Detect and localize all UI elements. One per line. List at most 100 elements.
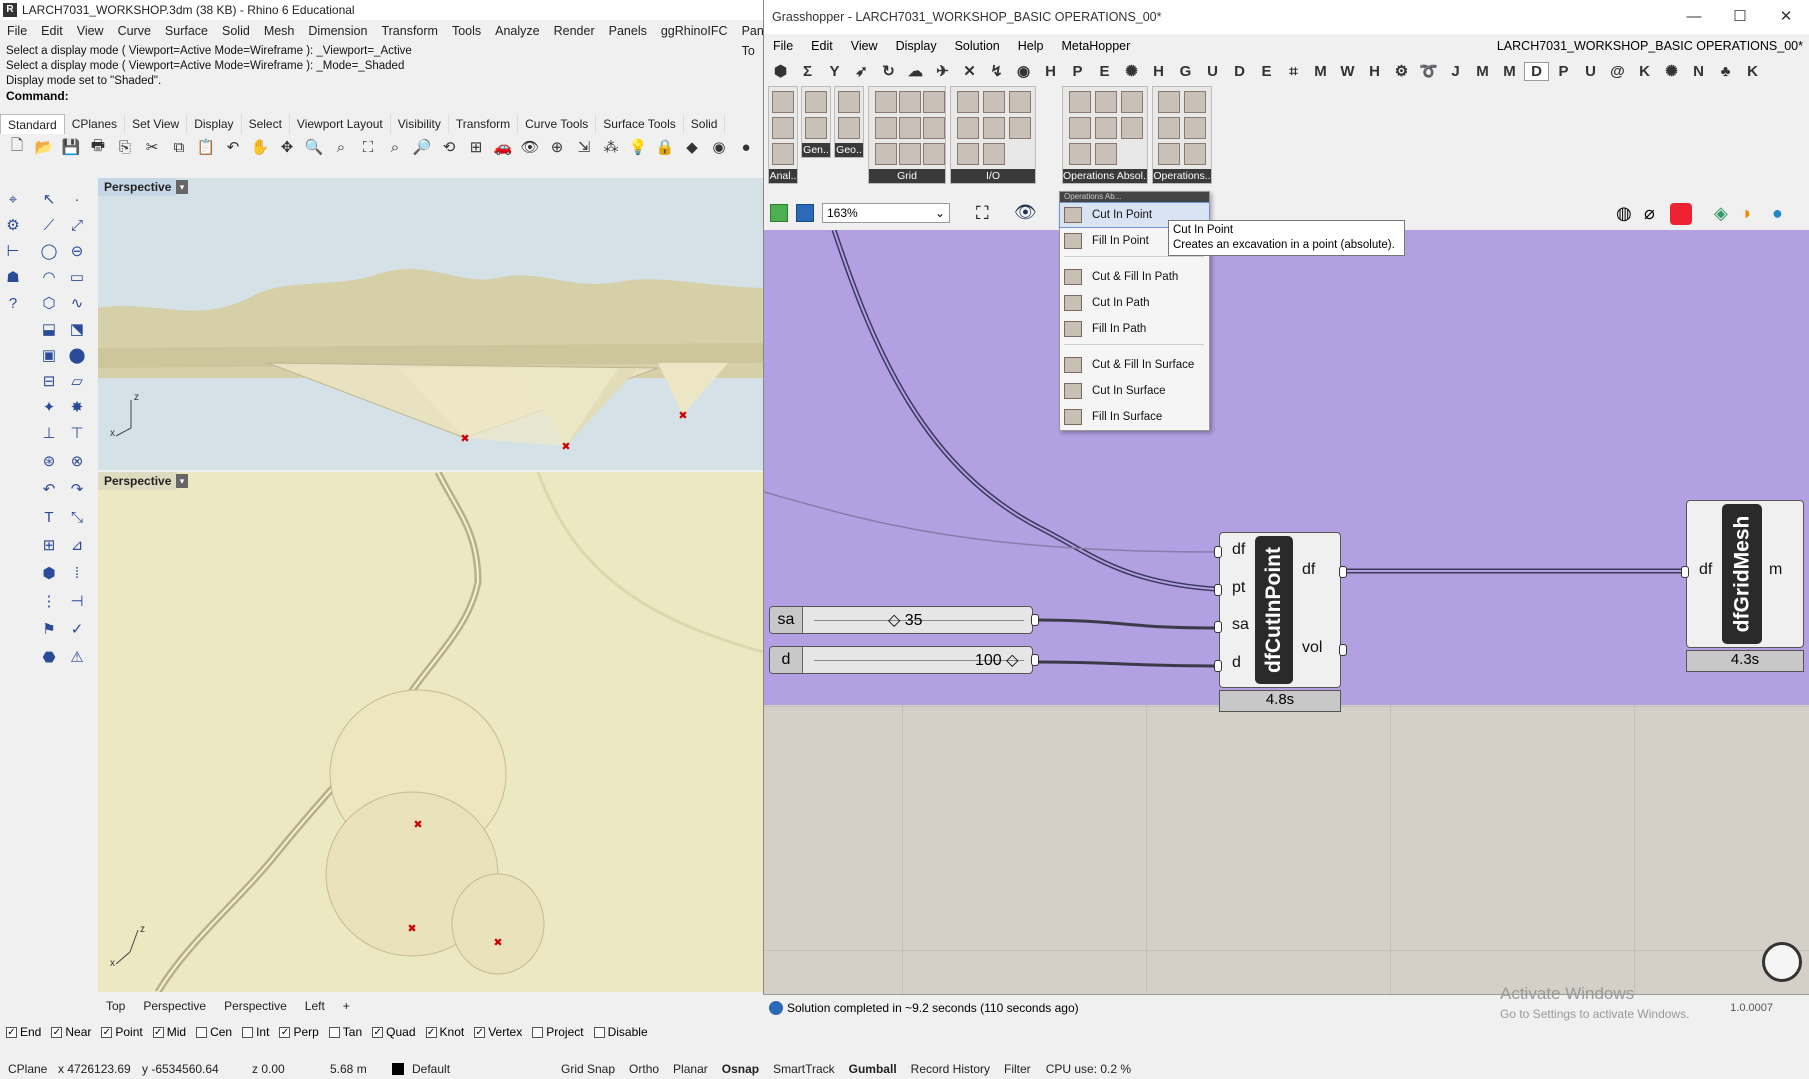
component-icon[interactable] (1069, 91, 1091, 113)
point-icon[interactable]: · (66, 188, 88, 210)
component-tab-icon[interactable]: D (1524, 61, 1549, 81)
osnap-project[interactable]: Project (532, 1025, 584, 1039)
zoom-icon[interactable]: 🔍 (303, 136, 325, 158)
checkbox[interactable] (593, 1026, 605, 1038)
dimension-icon[interactable]: ⊿ (66, 534, 88, 556)
component-icon[interactable] (983, 143, 1005, 165)
component-tab-icon[interactable]: ♣ (1713, 63, 1738, 80)
component-icon[interactable] (957, 117, 979, 139)
checkbox[interactable]: ✓ (474, 1026, 486, 1038)
panel-analysis[interactable]: Anal.. (768, 86, 798, 184)
menu-solid[interactable]: Solid (215, 21, 257, 41)
osnap-perp[interactable]: ✓ Perp (279, 1025, 319, 1039)
component-tab-icon[interactable]: ◉ (1011, 62, 1036, 80)
checkbox[interactable]: ✓ (425, 1026, 437, 1038)
port-dot[interactable] (1214, 660, 1222, 672)
component-tab-icon[interactable]: ☁ (903, 62, 928, 80)
toggle-gumball[interactable]: Gumball (842, 1062, 904, 1076)
component-icon[interactable] (838, 117, 860, 139)
rotate-view-icon[interactable]: ✥ (276, 136, 298, 158)
analyze-icon[interactable]: ⊣ (66, 590, 88, 612)
component-tab-icon[interactable]: M (1497, 63, 1522, 80)
help-icon[interactable]: ? (2, 292, 24, 314)
component-tab-icon[interactable]: ⬢ (768, 62, 793, 80)
cplane-icon[interactable]: ⊕ (546, 136, 568, 158)
tab-solid[interactable]: Solid (684, 114, 726, 134)
scale-icon[interactable]: ⤡ (66, 506, 88, 528)
component-tab-icon[interactable]: Σ (795, 63, 820, 80)
menu-view[interactable]: View (70, 21, 111, 41)
osnap-int[interactable]: Int (242, 1025, 269, 1039)
tab-display[interactable]: Display (187, 114, 242, 134)
tab-visibility[interactable]: Visibility (391, 114, 449, 134)
open-file-icon[interactable]: 📂 (33, 136, 55, 158)
gh-canvas[interactable]: sa ◇ 35 d 100 ◇ df pt sa d dfCutInPoint … (764, 230, 1809, 994)
component-dfgridmesh[interactable]: df dfGridMesh m (1686, 500, 1804, 648)
component-tab-icon[interactable]: U (1200, 63, 1225, 80)
select-arrow-icon[interactable]: ↖ (38, 188, 60, 210)
component-icon[interactable] (1009, 91, 1031, 113)
explode-icon[interactable]: ✸ (66, 396, 88, 418)
component-tab-icon[interactable]: P (1551, 63, 1576, 80)
viewport-top-label[interactable]: Perspective (98, 178, 178, 196)
print-icon[interactable]: 🖶 (87, 136, 109, 158)
menu-tools[interactable]: Tools (445, 21, 488, 41)
tab-surface-tools[interactable]: Surface Tools (596, 114, 684, 134)
toggle-record-history[interactable]: Record History (904, 1062, 997, 1076)
component-tab-icon[interactable]: ✈ (930, 62, 955, 80)
wire-preview-icon[interactable]: ⌀ (1644, 203, 1655, 224)
component-icon[interactable] (1184, 117, 1206, 139)
menu-item-cut-in-path[interactable]: Cut In Path (1060, 291, 1209, 315)
component-icon[interactable] (1009, 117, 1031, 139)
open-file-icon[interactable] (770, 204, 788, 222)
menu-ggrhinoifc[interactable]: ggRhinoIFC (654, 21, 735, 41)
checkbox[interactable] (532, 1026, 544, 1038)
slider-handle[interactable]: 100 ◇ (975, 650, 1018, 670)
input-port[interactable]: df (1699, 561, 1712, 579)
osnap-disable[interactable]: Disable (593, 1025, 648, 1039)
slider-output-port[interactable] (1031, 614, 1039, 626)
sphere-icon[interactable]: ⬤ (66, 344, 88, 366)
port-dot[interactable] (1214, 546, 1222, 558)
menu-panels[interactable]: Panels (602, 21, 654, 41)
toggle-filter[interactable]: Filter (997, 1062, 1038, 1076)
osnap-cen[interactable]: Cen (196, 1025, 232, 1039)
component-tab-icon[interactable]: H (1362, 63, 1387, 80)
component-icon[interactable] (1158, 117, 1180, 139)
align-icon[interactable]: ⊤ (66, 422, 88, 444)
osnap-tan[interactable]: Tan (328, 1025, 362, 1039)
gh-menu-edit[interactable]: Edit (802, 36, 842, 56)
zoom-all-icon[interactable]: 🔎 (411, 136, 433, 158)
chamfer-icon[interactable]: ↷ (66, 478, 88, 500)
panel-io[interactable]: I/O (950, 86, 1036, 184)
viewport-menu-chevron-icon[interactable]: ▾ (176, 180, 188, 194)
material-icon[interactable]: ◑ (1740, 203, 1751, 224)
toggle-osnap[interactable]: Osnap (715, 1062, 766, 1076)
menu-item-cut-fill-in-path[interactable]: Cut & Fill In Path (1060, 265, 1209, 289)
tool-icon[interactable]: ☗ (2, 266, 24, 288)
component-tab-icon[interactable]: W (1335, 63, 1360, 80)
viewport-bottom[interactable]: ✖ ✖ ✖ z x Perspective ▾ (98, 472, 763, 992)
menu-item-fill-in-path[interactable]: Fill In Path (1060, 317, 1209, 341)
grid-icon[interactable]: ⋮ (38, 590, 60, 612)
menu-item-cut-in-surface[interactable]: Cut In Surface (1060, 379, 1209, 403)
osnap-knot[interactable]: ✓ Knot (425, 1025, 464, 1039)
tab-viewport-layout[interactable]: Viewport Layout (290, 114, 391, 134)
dot-icon[interactable]: ⁞ (66, 562, 88, 584)
viewport-tab-top[interactable]: Top (98, 997, 133, 1015)
tab-cplanes[interactable]: CPlanes (65, 114, 126, 134)
component-icon[interactable] (875, 91, 897, 113)
component-icon[interactable] (1158, 91, 1180, 113)
component-icon[interactable] (875, 117, 897, 139)
minimize-icon[interactable]: — (1671, 0, 1717, 34)
viewport-tab-perspective[interactable]: Perspective (135, 997, 214, 1015)
component-icon[interactable] (1184, 143, 1206, 165)
slider-d[interactable]: d 100 ◇ (769, 646, 1033, 674)
osnap-end[interactable]: ✓ End (6, 1025, 41, 1039)
new-file-icon[interactable]: 🗋 (6, 136, 28, 158)
check-icon[interactable]: ✓ (66, 618, 88, 640)
component-icon[interactable] (772, 91, 794, 113)
component-icon[interactable] (983, 117, 1005, 139)
line-icon[interactable]: ⤢ (66, 214, 88, 236)
tab-curve-tools[interactable]: Curve Tools (518, 114, 597, 134)
